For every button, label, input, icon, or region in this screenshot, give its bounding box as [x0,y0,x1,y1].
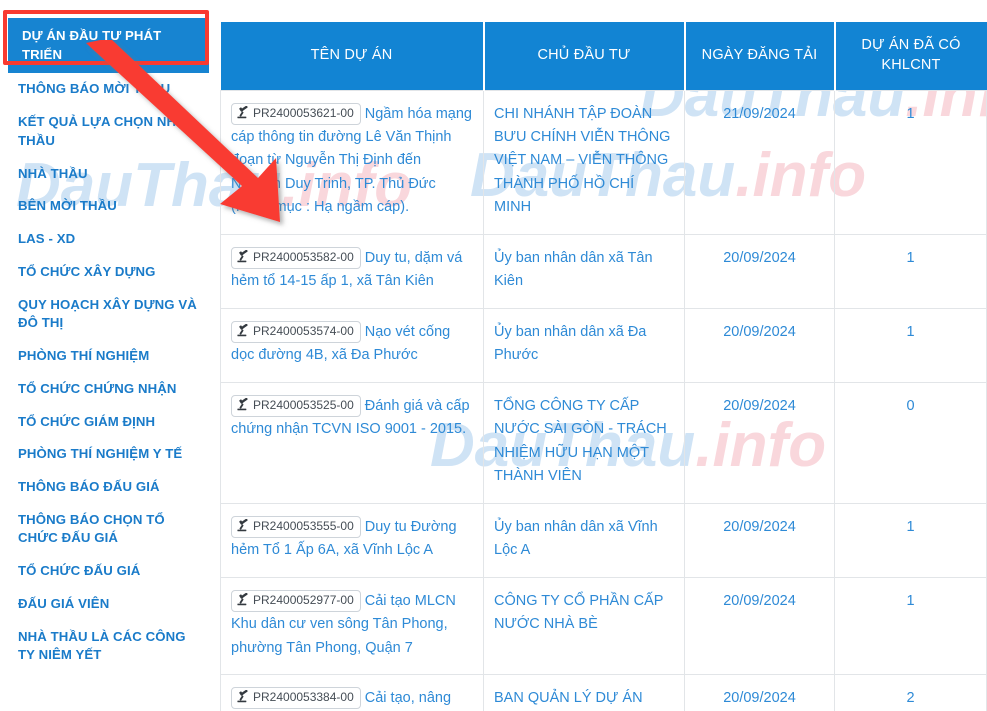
project-code-chip[interactable]: PR2400053384-00 [231,687,361,710]
projects-table-container: TÊN DỰ ÁN CHỦ ĐẦU TƯ NGÀY ĐĂNG TẢI DỰ ÁN… [220,22,987,711]
project-code-text: PR2400053384-00 [253,690,354,705]
sidebar-item-nha-thau-la-cac-cong-ty-niem-yet[interactable]: NHÀ THẦU LÀ CÁC CÔNG TY NIÊM YẾT [0,621,218,672]
sidebar-item-ben-moi-thau[interactable]: BÊN MỜI THẦU [0,190,218,223]
project-code-chip[interactable]: PR2400053582-00 [231,246,361,269]
gavel-icon [237,323,248,337]
cell-project-name: PR2400053525-00 Đánh giá và cấp chứng nhậ… [220,381,484,504]
sidebar-item-las-xd[interactable]: LAS - XD [0,223,218,256]
cell-project-name: PR2400053384-00Cải tạo, nâng cấp hệ thốn… [220,674,484,711]
sidebar-item-phong-thi-nghiem[interactable]: PHÒNG THÍ NGHIỆM [0,340,218,373]
cell-investor: BAN QUẢN LÝ DỰ ÁN ĐẦU TƯ XÂY DỰNG KHU VỰ… [483,674,685,711]
sidebar-item-to-chuc-chung-nhan[interactable]: TỔ CHỨC CHỨNG NHẬN [0,373,218,406]
sidebar-item-to-chuc-dau-gia[interactable]: TỔ CHỨC ĐẤU GIÁ [0,555,218,588]
cell-khlcnt-count: 1 [834,307,987,383]
project-code-text: PR2400053555-00 [253,518,354,533]
table-header-row: TÊN DỰ ÁN CHỦ ĐẦU TƯ NGÀY ĐĂNG TẢI DỰ ÁN… [220,22,987,90]
column-header-chu-dau-tu[interactable]: CHỦ ĐẦU TƯ [483,22,686,90]
cell-publish-date: 20/09/2024 [684,233,835,309]
project-code-text: PR2400053574-00 [253,323,354,338]
sidebar-item-du-an-dau-tu-phat-trien[interactable]: DỰ ÁN ĐẦU TƯ PHÁT TRIỂN [8,18,209,74]
cell-investor: Ủy ban nhân dân xã Đa Phước [483,307,685,383]
column-header-du-an-da-co-khlcnt[interactable]: DỰ ÁN ĐÃ CÓ KHLCNT [834,22,987,90]
sidebar-item-to-chuc-giam-dinh[interactable]: TỔ CHỨC GIÁM ĐỊNH [0,406,218,439]
page-root: DauThau.info DauThau.info DauThau.info D… [0,0,987,711]
cell-investor: Ủy ban nhân dân xã Tân Kiên [483,233,685,309]
project-code-text: PR2400053525-00 [253,397,354,412]
cell-khlcnt-count: 1 [834,233,987,309]
cell-khlcnt-count: 1 [834,502,987,578]
sidebar-item-phong-thi-nghiem-y-te[interactable]: PHÒNG THÍ NGHIỆM Y TẾ [0,438,218,471]
gavel-icon [237,592,248,605]
column-header-ngay-dang-tai[interactable]: NGÀY ĐĂNG TẢI [684,22,836,90]
table-row[interactable]: PR2400053384-00Cải tạo, nâng cấp hệ thốn… [220,674,987,711]
project-code-chip[interactable]: PR2400053555-00 [231,515,361,538]
cell-khlcnt-count: 2 [834,674,987,711]
cell-publish-date: 20/09/2024 [684,307,835,383]
table-row[interactable]: PR2400053582-00 Duy tu, dặm vá hẻm tổ 14-… [220,233,987,309]
sidebar-item-dau-gia-vien[interactable]: ĐẤU GIÁ VIÊN [0,588,218,621]
cell-publish-date: 20/09/2024 [684,674,835,711]
cell-publish-date: 20/09/2024 [684,576,835,676]
cell-khlcnt-count: 0 [834,381,987,504]
project-code-chip[interactable]: PR2400053621-00 [231,102,361,125]
cell-project-name: PR2400053555-00 Duy tu Đường hẻm Tổ 1 Ấp … [220,502,484,578]
project-code-chip[interactable]: PR2400053525-00 [231,394,361,417]
cell-publish-date: 21/09/2024 [684,89,835,235]
table-row[interactable]: PR2400053621-00 Ngầm hóa mạng cáp thông t… [220,89,987,235]
table-body: PR2400053621-00 Ngầm hóa mạng cáp thông t… [220,89,987,711]
sidebar-menu-list: DỰ ÁN ĐẦU TƯ PHÁT TRIỂN THÔNG BÁO MỜI TH… [0,0,218,672]
cell-khlcnt-count: 1 [834,576,987,676]
cell-publish-date: 20/09/2024 [684,381,835,504]
cell-project-name: PR2400053574-00 Nạo vét cống dọc đường 4B… [220,307,484,383]
gavel-icon [237,690,248,703]
sidebar-item-ket-qua-lua-chon-nha-thau[interactable]: KẾT QUẢ LỰA CHỌN NHÀ THẦU [0,106,218,157]
table-row[interactable]: PR2400052977-00 Cải tạo MLCN Khu dân cư v… [220,576,987,676]
project-code-text: PR2400052977-00 [253,592,354,607]
cell-project-name: PR2400052977-00 Cải tạo MLCN Khu dân cư v… [220,576,484,676]
sidebar-item-thong-bao-moi-thau[interactable]: THÔNG BÁO MỜI THẦU [0,73,218,106]
sidebar-nav: DỰ ÁN ĐẦU TƯ PHÁT TRIỂN THÔNG BÁO MỜI TH… [0,0,218,711]
cell-investor: TỔNG CÔNG TY CẤP NƯỚC SÀI GÒN - TRÁCH NH… [483,381,685,504]
table-head: TÊN DỰ ÁN CHỦ ĐẦU TƯ NGÀY ĐĂNG TẢI DỰ ÁN… [220,22,987,90]
cell-khlcnt-count: 1 [834,89,987,235]
cell-investor: Ủy ban nhân dân xã Vĩnh Lộc A [483,502,685,578]
cell-project-name: PR2400053582-00 Duy tu, dặm vá hẻm tổ 14-… [220,233,484,309]
sidebar-item-nha-thau[interactable]: NHÀ THẦU [0,158,218,191]
sidebar-item-quy-hoach-xay-dung-va-do-thi[interactable]: QUY HOẠCH XÂY DỰNG VÀ ĐÔ THỊ [0,289,218,340]
projects-table: TÊN DỰ ÁN CHỦ ĐẦU TƯ NGÀY ĐĂNG TẢI DỰ ÁN… [220,22,987,711]
column-header-ten-du-an[interactable]: TÊN DỰ ÁN [220,22,485,90]
sidebar-item-to-chuc-xay-dung[interactable]: TỔ CHỨC XÂY DỰNG [0,256,218,289]
project-code-chip[interactable]: PR2400052977-00 [231,589,361,612]
project-code-chip[interactable]: PR2400053574-00 [231,320,361,343]
cell-project-name: PR2400053621-00 Ngầm hóa mạng cáp thông t… [220,89,484,235]
cell-investor: CÔNG TY CỔ PHẦN CẤP NƯỚC NHÀ BÈ [483,576,685,676]
table-row[interactable]: PR2400053574-00 Nạo vét cống dọc đường 4B… [220,307,987,383]
sidebar-item-thong-bao-chon-to-chuc-dau-gia[interactable]: THÔNG BÁO CHỌN TỔ CHỨC ĐẤU GIÁ [0,504,218,555]
project-code-text: PR2400053582-00 [253,249,354,264]
gavel-icon [237,518,248,531]
cell-publish-date: 20/09/2024 [684,502,835,578]
gavel-icon [237,249,248,263]
table-row[interactable]: PR2400053525-00 Đánh giá và cấp chứng nhậ… [220,381,987,504]
gavel-icon [237,397,248,411]
table-row[interactable]: PR2400053555-00 Duy tu Đường hẻm Tổ 1 Ấp … [220,502,987,578]
gavel-icon [237,105,248,118]
cell-investor: CHI NHÁNH TẬP ĐOÀN BƯU CHÍNH VIỄN THÔNG … [483,89,685,235]
sidebar-item-thong-bao-dau-gia[interactable]: THÔNG BÁO ĐẤU GIÁ [0,471,218,504]
project-code-text: PR2400053621-00 [253,105,354,120]
